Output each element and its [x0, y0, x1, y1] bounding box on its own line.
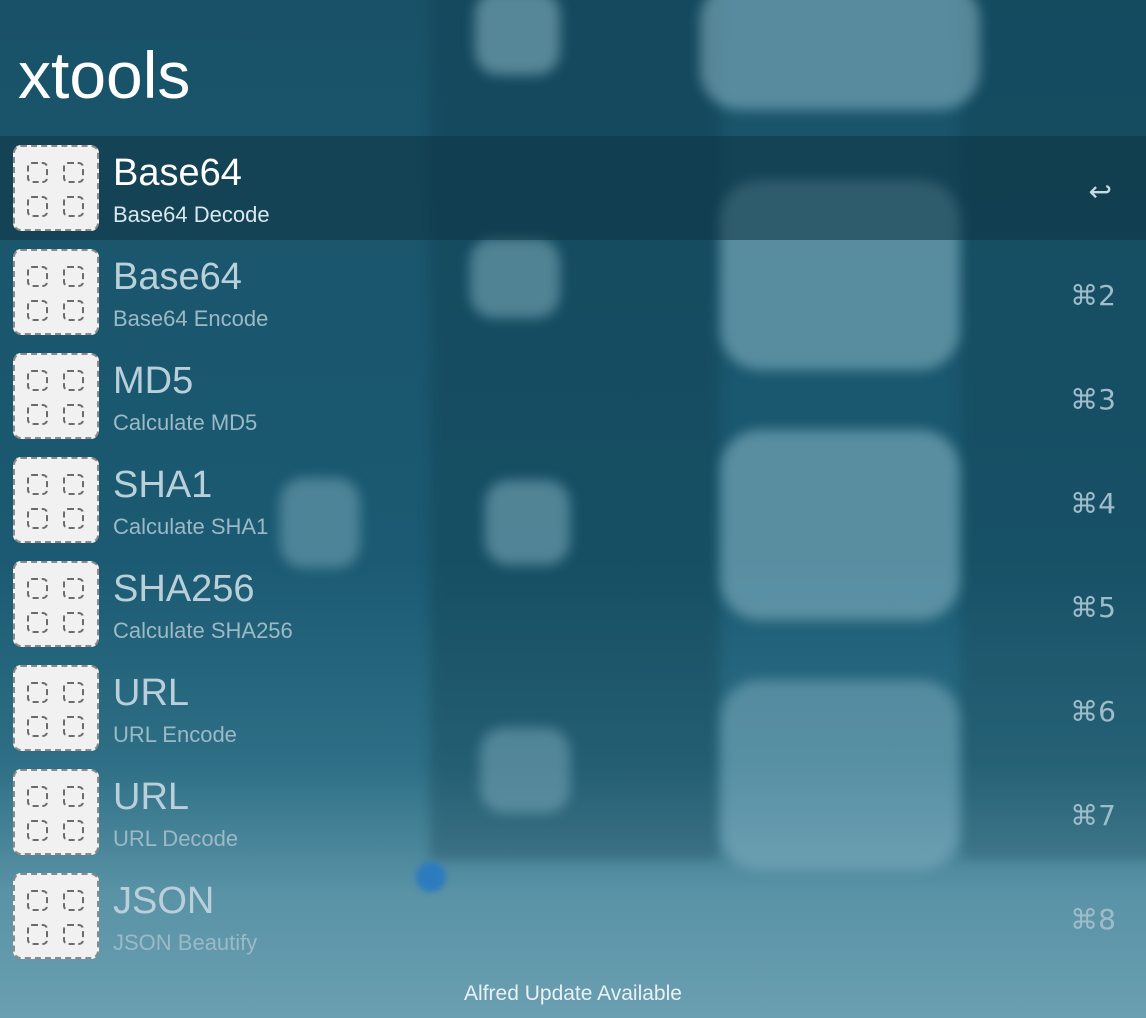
result-subtitle: Base64 Decode: [113, 202, 270, 227]
icon-cell: [63, 370, 84, 391]
icon-cell: [27, 370, 48, 391]
icon-cell: [63, 300, 84, 321]
icon-cell: [63, 162, 84, 183]
icon-cell: [27, 300, 48, 321]
result-subtitle: Calculate SHA256: [113, 618, 293, 643]
result-subtitle: URL Decode: [113, 826, 239, 851]
update-notice[interactable]: Alfred Update Available: [0, 976, 1146, 1012]
icon-cell: [27, 682, 48, 703]
result-subtitle: Calculate SHA1: [113, 514, 269, 539]
icon-cell: [27, 890, 48, 911]
shortcut-label: ⌘4: [1070, 487, 1116, 520]
result-row[interactable]: SHA256 Calculate SHA256 ⌘5: [0, 552, 1146, 656]
icon-cell: [27, 266, 48, 287]
search-input[interactable]: [18, 30, 1118, 120]
result-title: SHA1: [113, 464, 213, 506]
icon-cell: [63, 924, 84, 945]
search-bar: [0, 0, 1146, 136]
icon-cell: [63, 786, 84, 807]
result-title: Base64: [113, 256, 242, 298]
workflow-placeholder-icon: [13, 457, 99, 543]
icon-cell: [27, 716, 48, 737]
workflow-placeholder-icon: [13, 769, 99, 855]
icon-cell: [63, 890, 84, 911]
icon-cell: [27, 924, 48, 945]
icon-cell: [27, 578, 48, 599]
result-title: Base64: [113, 152, 242, 194]
result-title: URL: [113, 672, 190, 714]
icon-cell: [63, 578, 84, 599]
icon-cell: [63, 266, 84, 287]
results-list: Base64 Base64 Decode ↩ Base64 Base64 Encode ⌘…: [0, 136, 1146, 968]
icon-cell: [63, 474, 84, 495]
icon-cell: [27, 786, 48, 807]
return-key-icon: ↩: [1088, 175, 1112, 208]
result-row[interactable]: JSON JSON Beautify ⌘8: [0, 864, 1146, 968]
result-row[interactable]: MD5 Calculate MD5 ⌘3: [0, 344, 1146, 448]
icon-cell: [63, 612, 84, 633]
workflow-placeholder-icon: [13, 665, 99, 751]
workflow-placeholder-icon: [13, 873, 99, 959]
workflow-placeholder-icon: [13, 145, 99, 231]
icon-cell: [63, 682, 84, 703]
shortcut-label: ⌘2: [1070, 279, 1116, 312]
workflow-placeholder-icon: [13, 561, 99, 647]
icon-cell: [27, 820, 48, 841]
shortcut-label: ⌘8: [1070, 903, 1116, 936]
result-subtitle: Calculate MD5: [113, 410, 258, 435]
result-title: SHA256: [113, 568, 255, 610]
result-subtitle: URL Encode: [113, 722, 237, 747]
icon-cell: [27, 474, 48, 495]
icon-cell: [63, 820, 84, 841]
icon-cell: [27, 404, 48, 425]
icon-cell: [27, 196, 48, 217]
result-subtitle: JSON Beautify: [113, 930, 258, 955]
result-row[interactable]: URL URL Encode ⌘6: [0, 656, 1146, 760]
icon-cell: [63, 404, 84, 425]
icon-cell: [63, 716, 84, 737]
shortcut-label: ⌘6: [1070, 695, 1116, 728]
result-row[interactable]: Base64 Base64 Decode ↩: [0, 136, 1146, 240]
shortcut-label: ⌘7: [1070, 799, 1116, 832]
alfred-window: Base64 Base64 Decode ↩ Base64 Base64 Encode ⌘…: [0, 0, 1146, 1018]
icon-cell: [27, 612, 48, 633]
result-row[interactable]: Base64 Base64 Encode ⌘2: [0, 240, 1146, 344]
result-row[interactable]: URL URL Decode ⌘7: [0, 760, 1146, 864]
workflow-placeholder-icon: [13, 353, 99, 439]
result-row[interactable]: SHA1 Calculate SHA1 ⌘4: [0, 448, 1146, 552]
workflow-placeholder-icon: [13, 249, 99, 335]
result-title: MD5: [113, 360, 194, 402]
shortcut-label: ⌘5: [1070, 591, 1116, 624]
result-title: JSON: [113, 880, 215, 922]
icon-cell: [27, 508, 48, 529]
result-title: URL: [113, 776, 190, 818]
icon-cell: [63, 196, 84, 217]
icon-cell: [63, 508, 84, 529]
shortcut-label: ⌘3: [1070, 383, 1116, 416]
icon-cell: [27, 162, 48, 183]
result-subtitle: Base64 Encode: [113, 306, 269, 331]
